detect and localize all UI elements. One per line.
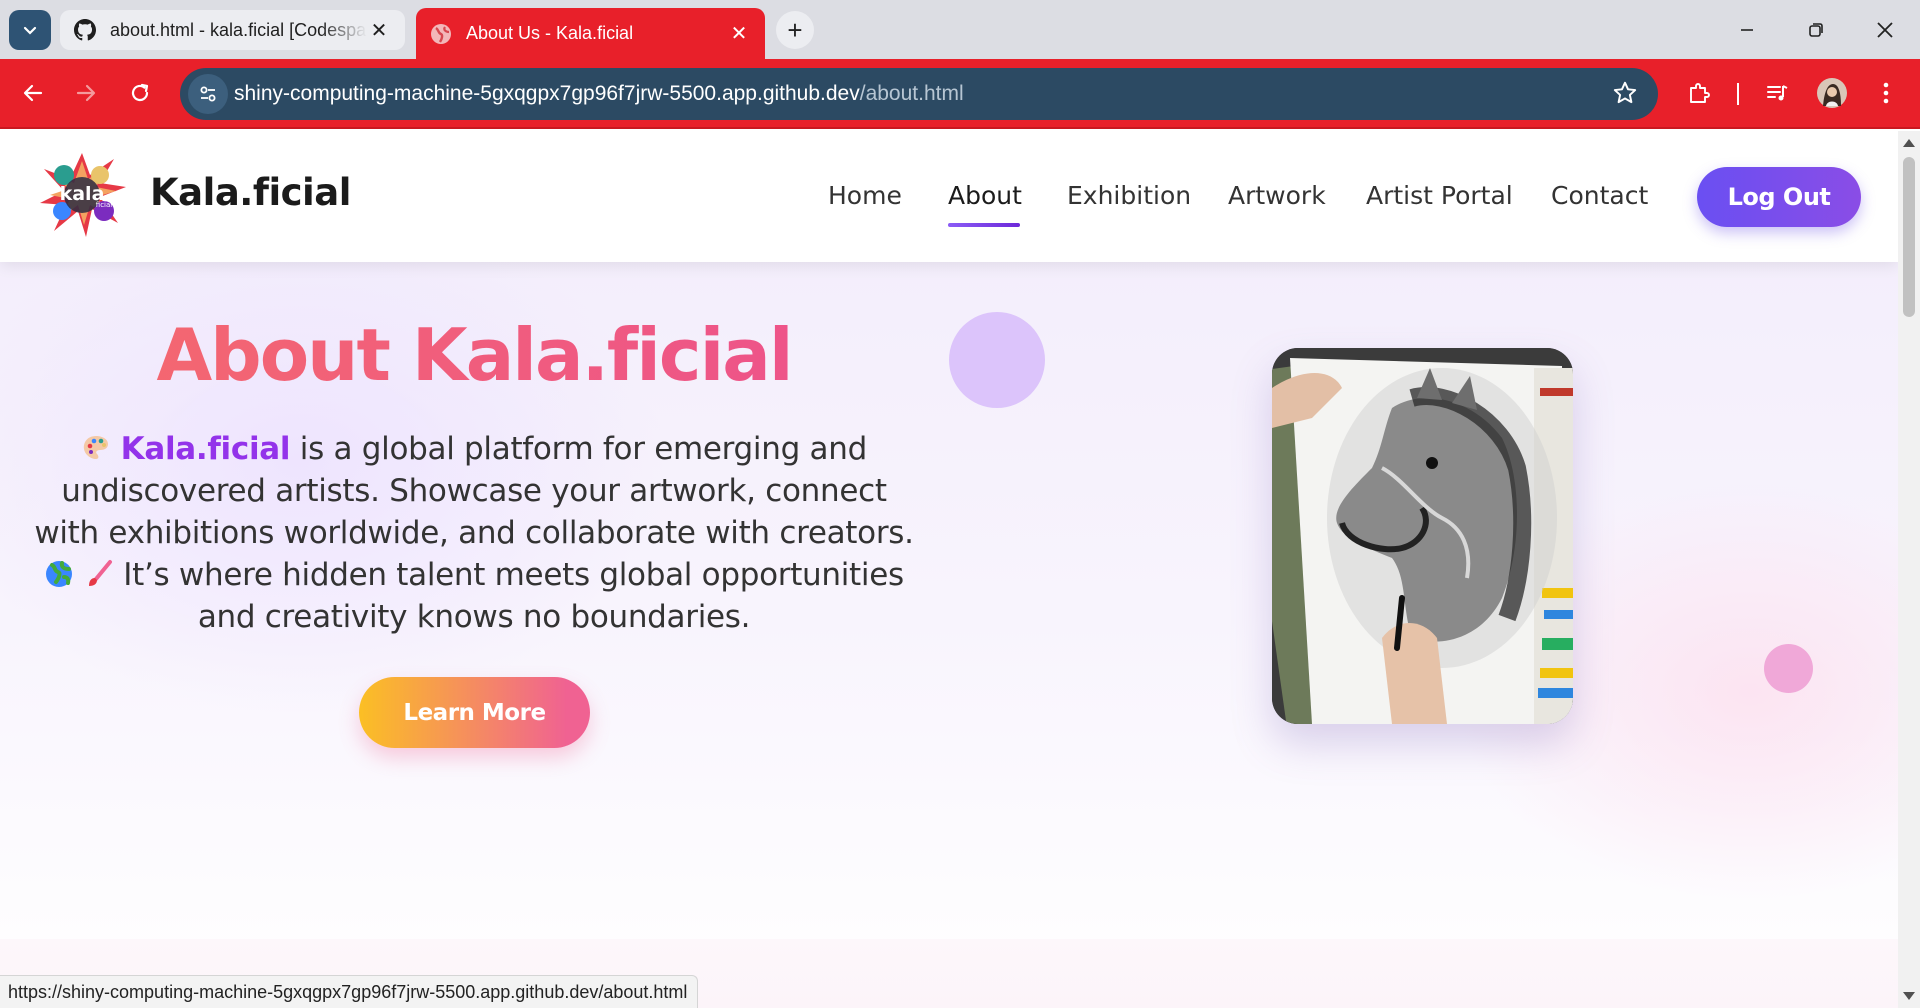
close-window-icon[interactable] <box>1863 10 1907 50</box>
url-host: shiny-computing-machine-5gxqgpx7gp96f7jr… <box>234 82 860 105</box>
media-controls-icon[interactable] <box>1757 73 1797 113</box>
nav-about[interactable]: About <box>948 181 1022 210</box>
bookmark-star-icon[interactable] <box>1612 80 1638 110</box>
scroll-down-arrow-icon[interactable] <box>1903 992 1915 1000</box>
tab-search-button[interactable] <box>9 10 51 50</box>
about-description: Kala.ficial is a global platform for eme… <box>30 428 918 638</box>
url-text: shiny-computing-machine-5gxqgpx7gp96f7jr… <box>234 82 964 106</box>
restore-icon[interactable] <box>1794 10 1838 50</box>
minimize-icon[interactable] <box>1725 10 1769 50</box>
nav-artist-portal[interactable]: Artist Portal <box>1366 181 1513 210</box>
decorative-circle <box>1764 644 1813 693</box>
learn-more-button[interactable]: Learn More <box>359 677 590 748</box>
scrollbar-thumb[interactable] <box>1903 157 1915 317</box>
tab-github[interactable]: about.html - kala.ficial [Codespaces] ✕ <box>60 10 405 50</box>
browser-toolbar: shiny-computing-machine-5gxqgpx7gp96f7jr… <box>0 59 1920 129</box>
paintbrush-icon <box>88 560 112 586</box>
globe-emoji-icon <box>46 561 73 587</box>
logout-button[interactable]: Log Out <box>1697 167 1861 227</box>
artist-palette-icon <box>83 436 109 459</box>
brand-name[interactable]: Kala.ficial <box>150 171 351 214</box>
tab-about-us[interactable]: About Us - Kala.ficial ✕ <box>416 8 765 59</box>
hero-artwork-image <box>1272 348 1573 724</box>
more-menu-icon[interactable] <box>1866 73 1906 113</box>
link-status-bar: https://shiny-computing-machine-5gxqgpx7… <box>0 975 699 1008</box>
active-nav-underline <box>948 223 1020 227</box>
brand-highlight: Kala.ficial <box>120 431 291 467</box>
chevron-down-icon <box>23 26 37 35</box>
page-scrollbar[interactable] <box>1898 131 1920 1008</box>
nav-contact[interactable]: Contact <box>1551 181 1648 210</box>
site-settings-button[interactable] <box>182 68 234 120</box>
site-navbar: kala ficial Kala.ficial Home About Exhib… <box>0 131 1898 262</box>
tab-title: about.html - kala.ficial [Codespaces] <box>110 19 367 40</box>
tune-icon <box>200 86 216 102</box>
new-tab-button[interactable]: + <box>776 11 814 49</box>
page-title: About Kala.ficial <box>0 313 948 397</box>
browser-tab-strip: about.html - kala.ficial [Codespaces] ✕ … <box>0 0 1920 59</box>
nav-home[interactable]: Home <box>828 181 902 210</box>
github-icon <box>74 19 96 41</box>
forward-arrow-icon[interactable] <box>66 73 106 113</box>
extensions-icon[interactable] <box>1679 73 1719 113</box>
close-tab-icon[interactable]: ✕ <box>727 21 751 46</box>
logo-subtext: ficial <box>96 201 112 209</box>
nav-artwork[interactable]: Artwork <box>1228 181 1326 210</box>
tab-title: About Us - Kala.ficial <box>466 23 634 43</box>
reload-icon[interactable] <box>120 73 160 113</box>
globe-icon <box>430 23 452 45</box>
url-path: /about.html <box>859 82 964 105</box>
profile-avatar[interactable] <box>1812 73 1852 113</box>
toolbar-divider <box>1737 83 1739 105</box>
nav-exhibition[interactable]: Exhibition <box>1067 181 1191 210</box>
decorative-circle <box>949 312 1045 408</box>
close-tab-icon[interactable]: ✕ <box>367 18 391 43</box>
scroll-up-arrow-icon[interactable] <box>1903 139 1915 147</box>
site-logo[interactable]: kala ficial <box>34 145 130 241</box>
back-arrow-icon[interactable] <box>13 73 53 113</box>
page-viewport: kala ficial Kala.ficial Home About Exhib… <box>0 131 1898 1008</box>
about-text-part-2: It’s where hidden talent meets global op… <box>113 557 904 635</box>
address-bar[interactable]: shiny-computing-machine-5gxqgpx7gp96f7jr… <box>180 68 1658 120</box>
